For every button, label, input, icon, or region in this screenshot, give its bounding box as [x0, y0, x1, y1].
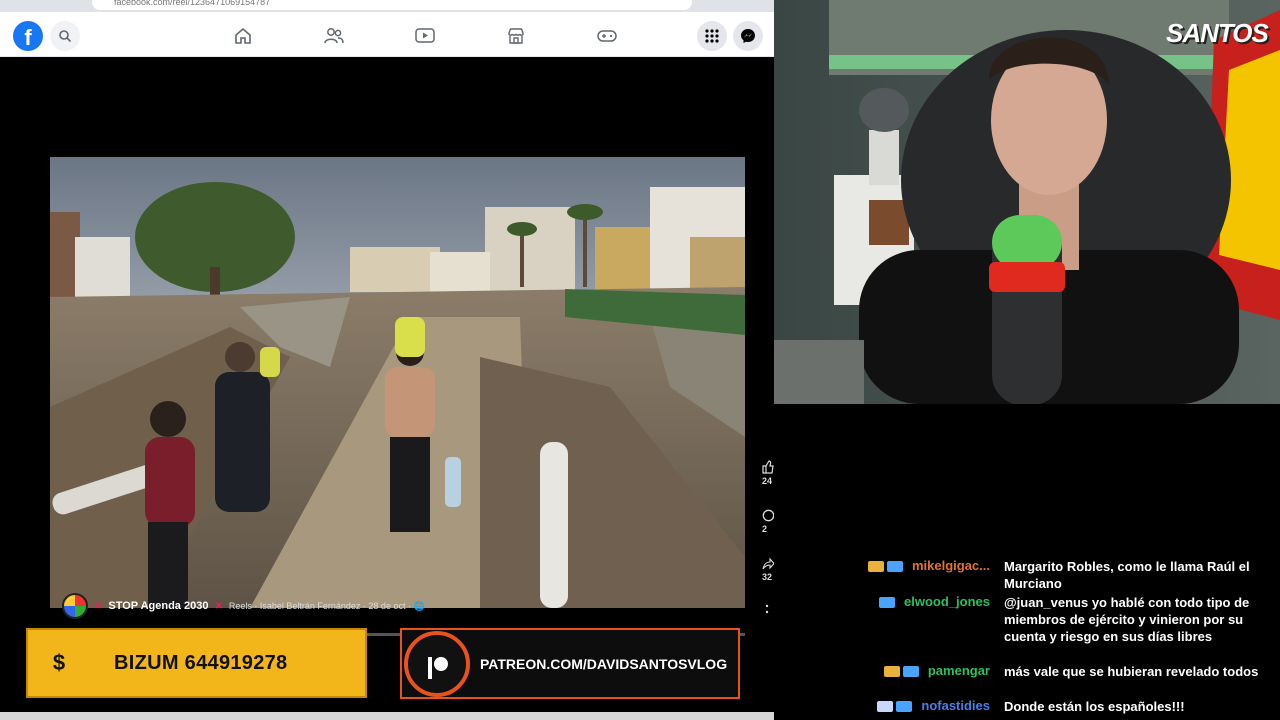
verified-badge-icon	[879, 597, 896, 608]
chat-text: Margarito Robles, como le llama Raúl el …	[1004, 559, 1250, 591]
video-icon[interactable]	[412, 24, 438, 48]
chat-badge-icon	[867, 561, 884, 572]
chat-badges	[877, 701, 913, 712]
like-count: 24	[762, 476, 773, 486]
chat-badges	[879, 597, 896, 608]
chat-badges	[867, 561, 903, 572]
messenger-icon	[741, 29, 755, 43]
marketplace-icon[interactable]	[503, 24, 529, 48]
chat-username[interactable]: mikelgigac...	[912, 558, 990, 573]
chat-username[interactable]: elwood_jones	[904, 594, 990, 609]
chat-text: @juan_venus yo hablé con todo tipo de mi…	[1004, 595, 1250, 644]
messenger-button[interactable]	[733, 21, 763, 51]
facebook-navbar: f	[0, 12, 774, 57]
reel-video[interactable]	[50, 157, 745, 608]
verified-badge-icon	[896, 701, 913, 712]
more-icon	[765, 604, 769, 614]
caption-suffix: ✕	[214, 600, 223, 612]
screen: facebook.com/reel/1236471069154787 f ✕ S…	[0, 0, 1280, 720]
search-icon	[59, 30, 72, 43]
chat-text: Donde están los españoles!!!	[1004, 699, 1185, 714]
bizum-text: BIZUM 644919278	[114, 651, 288, 674]
reel-caption: ✕ STOP Agenda 2030 ✕ Reels · Isabel Belt…	[62, 592, 425, 620]
bizum-banner: $ BIZUM 644919278	[26, 628, 367, 698]
like-icon	[762, 460, 774, 474]
webcam-feed	[774, 0, 1280, 404]
chat-badge-icon	[883, 666, 900, 677]
reel-page-name[interactable]: STOP Agenda 2030	[108, 600, 208, 612]
dollar-icon: $	[52, 650, 66, 675]
reel-meta: Reels · Isabel Beltrán Fernández · 28 de…	[228, 600, 425, 611]
patreon-icon	[404, 630, 470, 697]
patreon-banner: PATREON.COM/DAVIDSANTOSVLOG	[400, 628, 740, 699]
chat-badges	[883, 666, 919, 677]
address-bar-strip: facebook.com/reel/1236471069154787	[0, 0, 774, 12]
facebook-logo-icon[interactable]: f	[13, 21, 43, 51]
chat-text: más vale que se hubieran revelado todos	[1004, 664, 1259, 679]
chat-username[interactable]: nofastidies	[921, 698, 990, 713]
more-options[interactable]	[762, 603, 772, 617]
browser-window: facebook.com/reel/1236471069154787 f ✕ S…	[0, 0, 775, 720]
verified-badge-icon	[886, 561, 903, 572]
search-button[interactable]	[50, 21, 80, 51]
friends-icon[interactable]	[321, 24, 347, 48]
santos-logo: SANTOS	[1166, 18, 1269, 48]
address-bar[interactable]: facebook.com/reel/1236471069154787	[92, 0, 692, 10]
chat-panel: mikelgigac... Margarito Robles, como le l…	[774, 404, 1280, 720]
page-avatar[interactable]	[62, 593, 88, 619]
menu-button[interactable]	[697, 21, 727, 51]
home-icon[interactable]	[230, 24, 256, 48]
verified-badge-icon	[902, 666, 919, 677]
gaming-icon[interactable]	[594, 24, 620, 48]
menu-grid-icon	[705, 29, 719, 43]
chat-username[interactable]: pamengar	[928, 663, 990, 678]
patreon-text: PATREON.COM/DAVIDSANTOSVLOG	[480, 655, 728, 672]
like-control[interactable]: 24	[762, 460, 774, 486]
caption-prefix: ✕	[94, 600, 103, 612]
taskbar-strip	[0, 712, 774, 720]
diamond-badge-icon	[877, 701, 894, 712]
